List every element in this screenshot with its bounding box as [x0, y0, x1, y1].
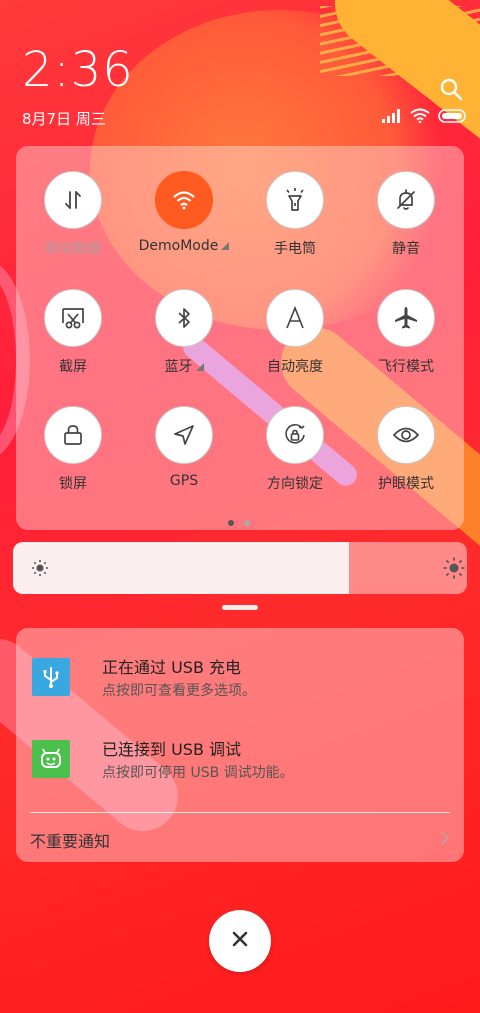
tile-label-text: 护眼模式 — [378, 476, 434, 492]
tile-bell-off[interactable]: 静音 — [356, 171, 456, 258]
tile-label-text: 飞行模式 — [378, 359, 434, 375]
eye-icon[interactable] — [377, 406, 435, 464]
brightness-slider[interactable] — [13, 542, 467, 594]
unimportant-notifications-link[interactable]: 不重要通知 — [30, 828, 110, 852]
notification-body: 点按即可查看更多选项。 — [102, 683, 256, 699]
brightness-level — [13, 542, 349, 594]
tile-label: 护眼模式 — [356, 473, 456, 493]
tile-label-text: 截屏 — [59, 359, 87, 375]
tile-label-text: DemoMode — [138, 238, 219, 254]
signal-icon — [382, 108, 402, 127]
tile-label: 飞行模式 — [356, 356, 456, 376]
tile-label: 截屏 — [23, 356, 123, 376]
notification-title: 已连接到 USB 调试 — [102, 740, 242, 759]
expand-caret-icon — [221, 242, 230, 250]
tile-airplane[interactable]: 飞行模式 — [356, 289, 456, 376]
tile-label: 方向锁定 — [245, 473, 345, 493]
rotation-lock-icon[interactable] — [266, 406, 324, 464]
close-icon — [231, 930, 249, 952]
auto-brightness-icon[interactable] — [266, 289, 324, 347]
tile-label-text: 手电筒 — [274, 241, 316, 257]
tile-label-text: 移动数据 — [45, 241, 101, 257]
tile-label: 移动数据 — [23, 238, 123, 258]
clock: 2:36 — [22, 42, 134, 98]
page-indicator — [228, 520, 250, 526]
status-icons — [382, 108, 468, 127]
tile-data-transfer[interactable]: 移动数据 — [23, 171, 123, 258]
data-transfer-icon[interactable] — [44, 171, 102, 229]
android-icon — [32, 740, 70, 778]
tile-label: 蓝牙 — [134, 356, 234, 376]
tile-label-text: 自动亮度 — [267, 359, 323, 375]
notification-panel: 正在通过 USB 充电 点按即可查看更多选项。 已连接到 USB 调试 点按即可… — [16, 628, 464, 862]
tile-lock[interactable]: 锁屏 — [23, 406, 123, 493]
tile-flashlight[interactable]: 手电筒 — [245, 171, 345, 258]
drag-handle[interactable] — [222, 605, 258, 610]
tile-label-text: 静音 — [392, 241, 420, 257]
bluetooth-icon[interactable] — [155, 289, 213, 347]
tile-label: 静音 — [356, 238, 456, 258]
notification-title: 正在通过 USB 充电 — [102, 658, 242, 677]
tile-location-arrow[interactable]: GPS — [134, 406, 234, 489]
tile-label: DemoMode — [134, 238, 234, 254]
notification-body: 点按即可停用 USB 调试功能。 — [102, 765, 294, 781]
tile-bluetooth[interactable]: 蓝牙 — [134, 289, 234, 376]
tile-label: 自动亮度 — [245, 356, 345, 376]
tile-screenshot[interactable]: 截屏 — [23, 289, 123, 376]
screenshot-icon[interactable] — [44, 289, 102, 347]
page-dot — [244, 520, 250, 526]
tile-wifi[interactable]: DemoMode — [134, 171, 234, 254]
tile-label-text: 蓝牙 — [164, 359, 193, 375]
airplane-icon[interactable] — [377, 289, 435, 347]
date: 8月7日 周三 — [22, 110, 106, 128]
tile-label-text: 锁屏 — [59, 476, 87, 492]
tile-label: GPS — [134, 473, 234, 489]
brightness-high-icon — [443, 557, 465, 583]
page-dot-active — [228, 520, 234, 526]
tile-label: 手电筒 — [245, 238, 345, 258]
wifi-icon — [410, 108, 430, 127]
tile-eye[interactable]: 护眼模式 — [356, 406, 456, 493]
flashlight-icon[interactable] — [266, 171, 324, 229]
battery-icon — [438, 108, 468, 127]
usb-icon — [32, 658, 70, 696]
divider — [30, 812, 450, 813]
close-button[interactable] — [209, 910, 271, 972]
expand-caret-icon — [195, 363, 204, 371]
tile-label-text: 方向锁定 — [267, 476, 323, 492]
bell-off-icon[interactable] — [377, 171, 435, 229]
chevron-right-icon — [440, 830, 450, 850]
search-icon[interactable] — [438, 76, 464, 102]
tile-rotation-lock[interactable]: 方向锁定 — [245, 406, 345, 493]
wifi-icon[interactable] — [155, 171, 213, 229]
tile-auto-brightness[interactable]: 自动亮度 — [245, 289, 345, 376]
lock-icon[interactable] — [44, 406, 102, 464]
brightness-low-icon — [31, 559, 49, 581]
location-arrow-icon[interactable] — [155, 406, 213, 464]
tile-label: 锁屏 — [23, 473, 123, 493]
tile-label-text: GPS — [169, 473, 199, 489]
